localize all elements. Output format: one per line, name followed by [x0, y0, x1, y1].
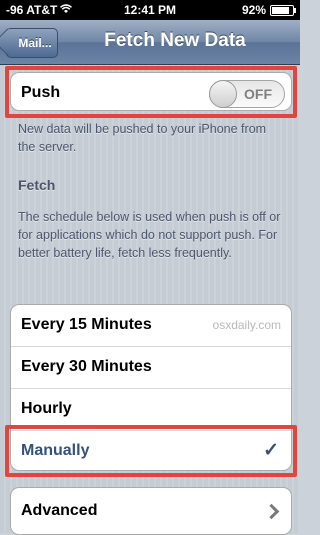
back-button-label: Mail... [18, 36, 52, 50]
watermark-text: osxdaily.com [212, 318, 281, 332]
fetch-options-group: Every 15 Minutes osxdaily.com Every 30 M… [10, 304, 292, 471]
push-row: Push OFF [11, 73, 291, 110]
status-bar: -96 AT&T 12:41 PM 92% [0, 0, 300, 20]
advanced-label: Advanced [21, 502, 98, 519]
fetch-header: Fetch [18, 177, 56, 193]
checkmark-icon: ✓ [263, 440, 279, 461]
push-note: New data will be pushed to your iPhone f… [18, 122, 267, 154]
option-label: Hourly [21, 400, 72, 417]
toggle-knob [209, 80, 237, 108]
option-manually[interactable]: Manually ✓ [11, 430, 291, 470]
back-button[interactable]: Mail... [6, 28, 58, 58]
navigation-bar: Mail... Fetch New Data [0, 20, 300, 65]
option-label: Every 15 Minutes [21, 316, 152, 333]
option-label: Every 30 Minutes [21, 358, 152, 375]
push-toggle[interactable]: OFF [209, 80, 285, 108]
advanced-group: Advanced [10, 487, 292, 535]
page-title: Fetch New Data [104, 30, 246, 51]
battery-group: 92% [241, 3, 296, 17]
push-group: Push OFF [10, 72, 292, 111]
option-every-30-minutes[interactable]: Every 30 Minutes [11, 346, 291, 388]
battery-icon [270, 4, 296, 16]
option-every-15-minutes[interactable]: Every 15 Minutes osxdaily.com [11, 305, 291, 346]
advanced-row[interactable]: Advanced [11, 488, 291, 534]
push-label: Push [21, 84, 61, 101]
fetch-note: The schedule below is used when push is … [18, 210, 281, 260]
option-label: Manually [21, 442, 90, 459]
chevron-right-icon [263, 503, 280, 520]
option-hourly[interactable]: Hourly [11, 388, 291, 430]
toggle-state-text: OFF [244, 86, 272, 102]
battery-percent: 92% [241, 3, 266, 17]
